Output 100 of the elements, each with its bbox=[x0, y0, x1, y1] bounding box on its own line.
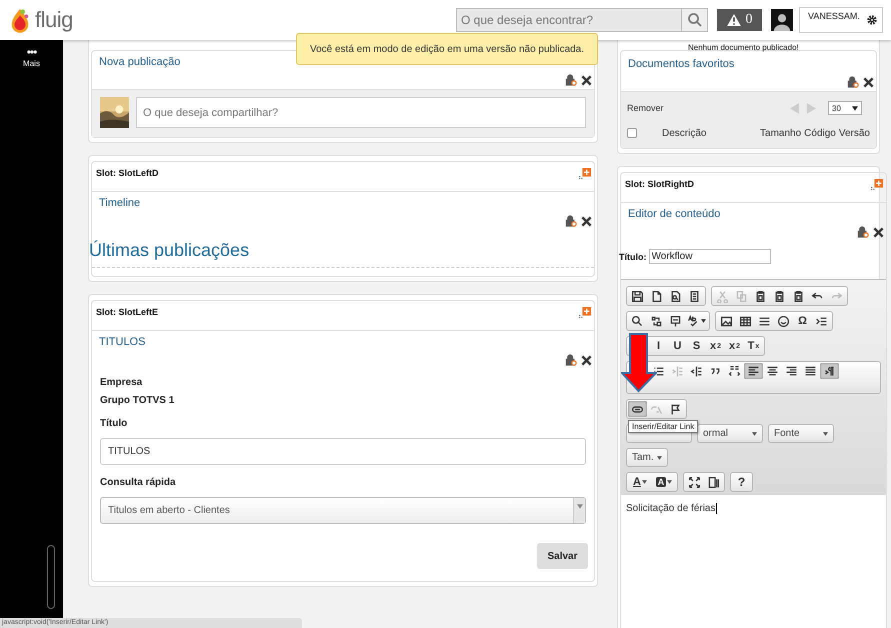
select-all-icon bbox=[669, 314, 682, 328]
save-icon bbox=[631, 290, 644, 302]
close-icon[interactable] bbox=[873, 226, 884, 238]
justify-icon bbox=[804, 364, 817, 378]
align-left-button[interactable] bbox=[744, 363, 763, 379]
widget-title: Nova publicação bbox=[99, 56, 180, 68]
bullets-icon bbox=[652, 364, 665, 378]
section-heading: Últimas publicações bbox=[89, 239, 250, 261]
preview-icon bbox=[669, 290, 682, 302]
slot-label: Slot: SlotLeftE bbox=[96, 307, 158, 319]
widget-title: Documentos favoritos bbox=[628, 58, 734, 70]
find-icon bbox=[631, 314, 644, 328]
lock-icon[interactable] bbox=[565, 215, 577, 227]
lock-icon[interactable] bbox=[565, 354, 577, 366]
column-header[interactable]: Tamanho bbox=[760, 128, 802, 138]
align-center-icon bbox=[766, 364, 779, 378]
notice-banner: Você está em modo de edição em uma versão não publicada. bbox=[296, 33, 598, 65]
widget-title: TITULOS bbox=[99, 336, 146, 348]
widget-title: Timeline bbox=[99, 197, 140, 209]
select-field[interactable]: Titulos em aberto - Clientes bbox=[100, 497, 586, 524]
remove-button[interactable]: Remover bbox=[627, 103, 664, 113]
format-button[interactable]: x$^{2}$ bbox=[725, 338, 744, 354]
field-value: Grupo TOTVS 1 bbox=[100, 395, 176, 406]
text-color-button[interactable]: A bbox=[628, 474, 652, 490]
column-header[interactable]: Código bbox=[804, 128, 836, 138]
new-page-icon bbox=[650, 290, 663, 302]
link-button[interactable] bbox=[628, 401, 647, 417]
div-icon bbox=[728, 364, 741, 378]
add-icon[interactable] bbox=[579, 307, 591, 319]
page-size-select[interactable]: 30 bbox=[828, 101, 862, 115]
share-field[interactable]: O que deseja compartilhar? bbox=[136, 97, 586, 128]
format-button[interactable]: I bbox=[649, 338, 668, 354]
style-select[interactable]: ormal bbox=[697, 424, 763, 443]
direction-icon bbox=[823, 364, 836, 378]
field-label: Consulta rápida bbox=[100, 477, 177, 488]
column-header[interactable]: Descrição bbox=[662, 128, 706, 138]
replace-icon bbox=[650, 314, 663, 328]
format-button[interactable]: S bbox=[687, 338, 706, 354]
outdent-icon bbox=[671, 364, 684, 378]
indent-icon bbox=[690, 364, 703, 378]
cut-icon bbox=[716, 290, 729, 302]
slot-label: Slot: SlotLeftD bbox=[96, 168, 158, 180]
anchor-icon bbox=[669, 402, 682, 416]
table-icon bbox=[739, 314, 752, 328]
field-label: Título: bbox=[619, 252, 646, 262]
slot-label: Slot: SlotRightD bbox=[625, 179, 694, 191]
style-select[interactable]: Fonte bbox=[768, 424, 834, 443]
background-color-button[interactable]: A bbox=[652, 474, 676, 490]
copy-icon bbox=[735, 290, 748, 302]
help-button[interactable]: ? bbox=[732, 474, 751, 490]
caret-icon bbox=[701, 319, 706, 323]
arrow-icon bbox=[621, 333, 657, 393]
maximize-icon bbox=[688, 476, 701, 488]
user-menu[interactable]: VANESSAM. bbox=[799, 7, 883, 33]
scroll-handle[interactable] bbox=[47, 545, 55, 609]
alerts-button[interactable]: 0 bbox=[717, 9, 762, 31]
checkbox[interactable] bbox=[627, 128, 637, 138]
direction-button[interactable] bbox=[820, 363, 839, 379]
paste-icon bbox=[773, 290, 786, 302]
close-icon[interactable] bbox=[581, 354, 592, 366]
close-icon[interactable] bbox=[581, 74, 592, 86]
message-text: Nenhum documento publicado! bbox=[688, 43, 799, 52]
search-button[interactable] bbox=[682, 8, 708, 32]
logo-text[interactable]: fluig bbox=[35, 7, 73, 33]
input-field[interactable]: TITULOS bbox=[100, 438, 586, 465]
warning-icon bbox=[726, 14, 740, 26]
style-select[interactable]: Tam. bbox=[626, 448, 668, 467]
add-icon[interactable] bbox=[579, 168, 591, 180]
field-label: Título bbox=[100, 418, 128, 429]
title-field[interactable]: Workflow bbox=[648, 249, 770, 264]
lock-icon[interactable] bbox=[847, 76, 859, 88]
image-icon bbox=[720, 314, 733, 328]
caret-icon bbox=[752, 432, 757, 436]
sidebar-item[interactable]: ••• Mais bbox=[0, 40, 63, 68]
close-icon[interactable] bbox=[863, 76, 874, 88]
add-icon[interactable] bbox=[871, 179, 883, 191]
format-button[interactable]: Ω bbox=[793, 313, 812, 329]
paste-icon bbox=[792, 290, 805, 302]
caret-icon bbox=[642, 480, 647, 484]
close-icon[interactable] bbox=[581, 216, 592, 226]
spellcheck-button[interactable] bbox=[685, 313, 708, 329]
caret-icon bbox=[576, 504, 582, 509]
caret-icon bbox=[823, 432, 828, 436]
format-button[interactable]: U bbox=[668, 338, 687, 354]
lock-icon[interactable] bbox=[565, 74, 577, 86]
smiley-icon bbox=[777, 314, 790, 328]
save-button[interactable]: Salvar bbox=[537, 543, 588, 569]
search-icon bbox=[686, 12, 702, 28]
search-field[interactable]: O que deseja encontrar? bbox=[456, 8, 682, 32]
paste-icon bbox=[754, 290, 767, 302]
field-label: Empresa bbox=[100, 377, 144, 388]
lock-icon[interactable] bbox=[857, 226, 869, 238]
user-avatar[interactable] bbox=[771, 9, 793, 31]
column-header[interactable]: Versão bbox=[838, 128, 870, 138]
spellcheck-icon bbox=[687, 314, 700, 328]
page-break-icon bbox=[815, 314, 828, 328]
align-left-icon bbox=[747, 364, 760, 378]
tooltip: Inserir/Editar Link bbox=[628, 420, 698, 433]
caret-icon bbox=[657, 456, 662, 460]
rule-icon bbox=[758, 314, 771, 328]
